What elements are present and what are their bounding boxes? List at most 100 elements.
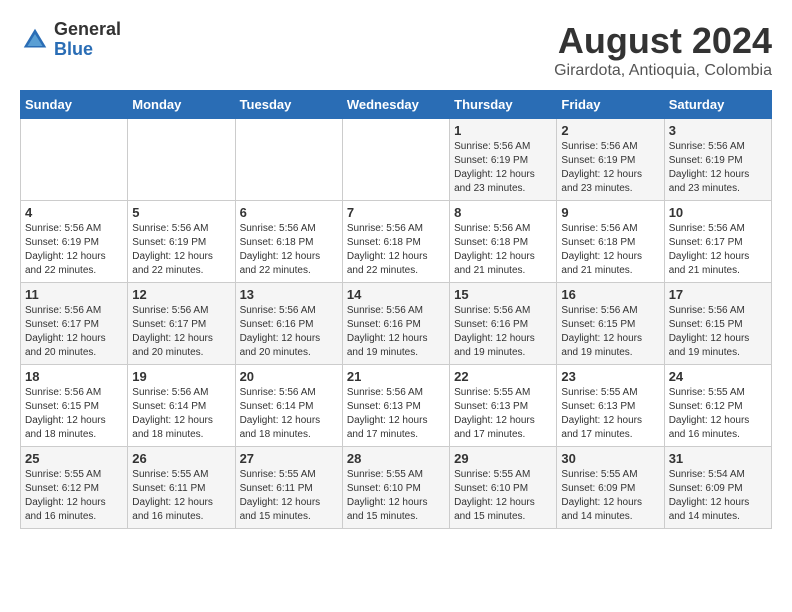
day-info: Sunrise: 5:56 AMSunset: 6:16 PMDaylight:… (454, 304, 552, 360)
calendar-cell: 16 Sunrise: 5:56 AMSunset: 6:15 PMDayligh… (557, 283, 664, 365)
day-number: 21 (347, 369, 445, 384)
calendar-header-wednesday: Wednesday (342, 91, 449, 119)
calendar-table: SundayMondayTuesdayWednesdayThursdayFrid… (20, 90, 772, 529)
day-number: 11 (25, 287, 123, 302)
day-info: Sunrise: 5:55 AMSunset: 6:12 PMDaylight:… (669, 386, 767, 442)
day-number: 17 (669, 287, 767, 302)
day-number: 7 (347, 205, 445, 220)
day-info: Sunrise: 5:56 AMSunset: 6:13 PMDaylight:… (347, 386, 445, 442)
day-info: Sunrise: 5:56 AMSunset: 6:19 PMDaylight:… (561, 140, 659, 196)
calendar-cell (342, 119, 449, 201)
day-number: 27 (240, 451, 338, 466)
day-number: 22 (454, 369, 552, 384)
calendar-cell (128, 119, 235, 201)
day-info: Sunrise: 5:56 AMSunset: 6:18 PMDaylight:… (347, 222, 445, 278)
calendar-header-row: SundayMondayTuesdayWednesdayThursdayFrid… (21, 91, 772, 119)
day-info: Sunrise: 5:55 AMSunset: 6:13 PMDaylight:… (561, 386, 659, 442)
calendar-cell: 2 Sunrise: 5:56 AMSunset: 6:19 PMDaylight… (557, 119, 664, 201)
calendar-header-tuesday: Tuesday (235, 91, 342, 119)
calendar-cell: 20Sunrise: 5:56 AMSunset: 6:14 PMDayligh… (235, 365, 342, 447)
calendar-cell (235, 119, 342, 201)
calendar-cell: 29 Sunrise: 5:55 AMSunset: 6:10 PMDayligh… (450, 447, 557, 529)
calendar-week-5: 25Sunrise: 5:55 AMSunset: 6:12 PMDayligh… (21, 447, 772, 529)
calendar-cell: 19Sunrise: 5:56 AMSunset: 6:14 PMDayligh… (128, 365, 235, 447)
calendar-cell: 13 Sunrise: 5:56 AMSunset: 6:16 PMDayligh… (235, 283, 342, 365)
calendar-cell: 4 Sunrise: 5:56 AMSunset: 6:19 PMDaylight… (21, 201, 128, 283)
calendar-week-3: 11 Sunrise: 5:56 AMSunset: 6:17 PMDayligh… (21, 283, 772, 365)
calendar-cell: 11 Sunrise: 5:56 AMSunset: 6:17 PMDayligh… (21, 283, 128, 365)
day-info: Sunrise: 5:56 AMSunset: 6:14 PMDaylight:… (132, 386, 230, 442)
day-info: Sunrise: 5:56 AMSunset: 6:16 PMDaylight:… (240, 304, 338, 360)
day-info: Sunrise: 5:55 AMSunset: 6:11 PMDaylight:… (132, 468, 230, 524)
day-number: 16 (561, 287, 659, 302)
day-number: 28 (347, 451, 445, 466)
day-info: Sunrise: 5:56 AMSunset: 6:16 PMDaylight:… (347, 304, 445, 360)
day-info: Sunrise: 5:56 AMSunset: 6:15 PMDaylight:… (561, 304, 659, 360)
calendar-week-1: 1 Sunrise: 5:56 AMSunset: 6:19 PMDaylight… (21, 119, 772, 201)
day-info: Sunrise: 5:56 AMSunset: 6:19 PMDaylight:… (454, 140, 552, 196)
calendar-cell: 27 Sunrise: 5:55 AMSunset: 6:11 PMDayligh… (235, 447, 342, 529)
calendar-cell: 30Sunrise: 5:55 AMSunset: 6:09 PMDayligh… (557, 447, 664, 529)
day-info: Sunrise: 5:55 AMSunset: 6:10 PMDaylight:… (347, 468, 445, 524)
day-number: 12 (132, 287, 230, 302)
day-number: 9 (561, 205, 659, 220)
calendar-cell: 18 Sunrise: 5:56 AMSunset: 6:15 PMDayligh… (21, 365, 128, 447)
day-number: 1 (454, 123, 552, 138)
calendar-cell: 31 Sunrise: 5:54 AMSunset: 6:09 PMDayligh… (664, 447, 771, 529)
day-info: Sunrise: 5:56 AMSunset: 6:18 PMDaylight:… (454, 222, 552, 278)
day-info: Sunrise: 5:56 AMSunset: 6:17 PMDaylight:… (132, 304, 230, 360)
day-number: 2 (561, 123, 659, 138)
day-info: Sunrise: 5:55 AMSunset: 6:13 PMDaylight:… (454, 386, 552, 442)
calendar-header-monday: Monday (128, 91, 235, 119)
day-info: Sunrise: 5:56 AMSunset: 6:17 PMDaylight:… (669, 222, 767, 278)
day-info: Sunrise: 5:55 AMSunset: 6:10 PMDaylight:… (454, 468, 552, 524)
day-number: 26 (132, 451, 230, 466)
day-info: Sunrise: 5:54 AMSunset: 6:09 PMDaylight:… (669, 468, 767, 524)
calendar-cell (21, 119, 128, 201)
day-info: Sunrise: 5:56 AMSunset: 6:18 PMDaylight:… (561, 222, 659, 278)
title-area: August 2024 Girardota, Antioquia, Colomb… (554, 20, 772, 80)
day-info: Sunrise: 5:56 AMSunset: 6:18 PMDaylight:… (240, 222, 338, 278)
calendar-cell: 6 Sunrise: 5:56 AMSunset: 6:18 PMDaylight… (235, 201, 342, 283)
calendar-cell: 26 Sunrise: 5:55 AMSunset: 6:11 PMDayligh… (128, 447, 235, 529)
day-number: 20 (240, 369, 338, 384)
day-number: 15 (454, 287, 552, 302)
day-number: 10 (669, 205, 767, 220)
day-number: 31 (669, 451, 767, 466)
calendar-cell: 17Sunrise: 5:56 AMSunset: 6:15 PMDayligh… (664, 283, 771, 365)
page-header: General Blue August 2024 Girardota, Anti… (20, 20, 772, 80)
calendar-cell: 23Sunrise: 5:55 AMSunset: 6:13 PMDayligh… (557, 365, 664, 447)
logo: General Blue (20, 20, 121, 60)
calendar-cell: 12 Sunrise: 5:56 AMSunset: 6:17 PMDayligh… (128, 283, 235, 365)
day-number: 5 (132, 205, 230, 220)
calendar-week-4: 18 Sunrise: 5:56 AMSunset: 6:15 PMDayligh… (21, 365, 772, 447)
day-number: 8 (454, 205, 552, 220)
calendar-cell: 14 Sunrise: 5:56 AMSunset: 6:16 PMDayligh… (342, 283, 449, 365)
day-info: Sunrise: 5:56 AMSunset: 6:19 PMDaylight:… (132, 222, 230, 278)
day-number: 3 (669, 123, 767, 138)
calendar-cell: 21 Sunrise: 5:56 AMSunset: 6:13 PMDayligh… (342, 365, 449, 447)
day-info: Sunrise: 5:56 AMSunset: 6:19 PMDaylight:… (669, 140, 767, 196)
day-number: 18 (25, 369, 123, 384)
calendar-cell: 10 Sunrise: 5:56 AMSunset: 6:17 PMDayligh… (664, 201, 771, 283)
calendar-cell: 9 Sunrise: 5:56 AMSunset: 6:18 PMDaylight… (557, 201, 664, 283)
calendar-cell: 25Sunrise: 5:55 AMSunset: 6:12 PMDayligh… (21, 447, 128, 529)
day-info: Sunrise: 5:56 AMSunset: 6:17 PMDaylight:… (25, 304, 123, 360)
calendar-cell: 5 Sunrise: 5:56 AMSunset: 6:19 PMDaylight… (128, 201, 235, 283)
day-info: Sunrise: 5:56 AMSunset: 6:15 PMDaylight:… (25, 386, 123, 442)
calendar-header-saturday: Saturday (664, 91, 771, 119)
day-number: 14 (347, 287, 445, 302)
day-number: 24 (669, 369, 767, 384)
calendar-header-friday: Friday (557, 91, 664, 119)
day-info: Sunrise: 5:56 AMSunset: 6:19 PMDaylight:… (25, 222, 123, 278)
day-number: 13 (240, 287, 338, 302)
logo-blue-text: Blue (54, 39, 93, 59)
day-info: Sunrise: 5:55 AMSunset: 6:11 PMDaylight:… (240, 468, 338, 524)
day-number: 30 (561, 451, 659, 466)
calendar-cell: 3 Sunrise: 5:56 AMSunset: 6:19 PMDaylight… (664, 119, 771, 201)
day-number: 4 (25, 205, 123, 220)
calendar-cell: 24 Sunrise: 5:55 AMSunset: 6:12 PMDayligh… (664, 365, 771, 447)
day-number: 6 (240, 205, 338, 220)
calendar-cell: 8 Sunrise: 5:56 AMSunset: 6:18 PMDaylight… (450, 201, 557, 283)
day-number: 29 (454, 451, 552, 466)
